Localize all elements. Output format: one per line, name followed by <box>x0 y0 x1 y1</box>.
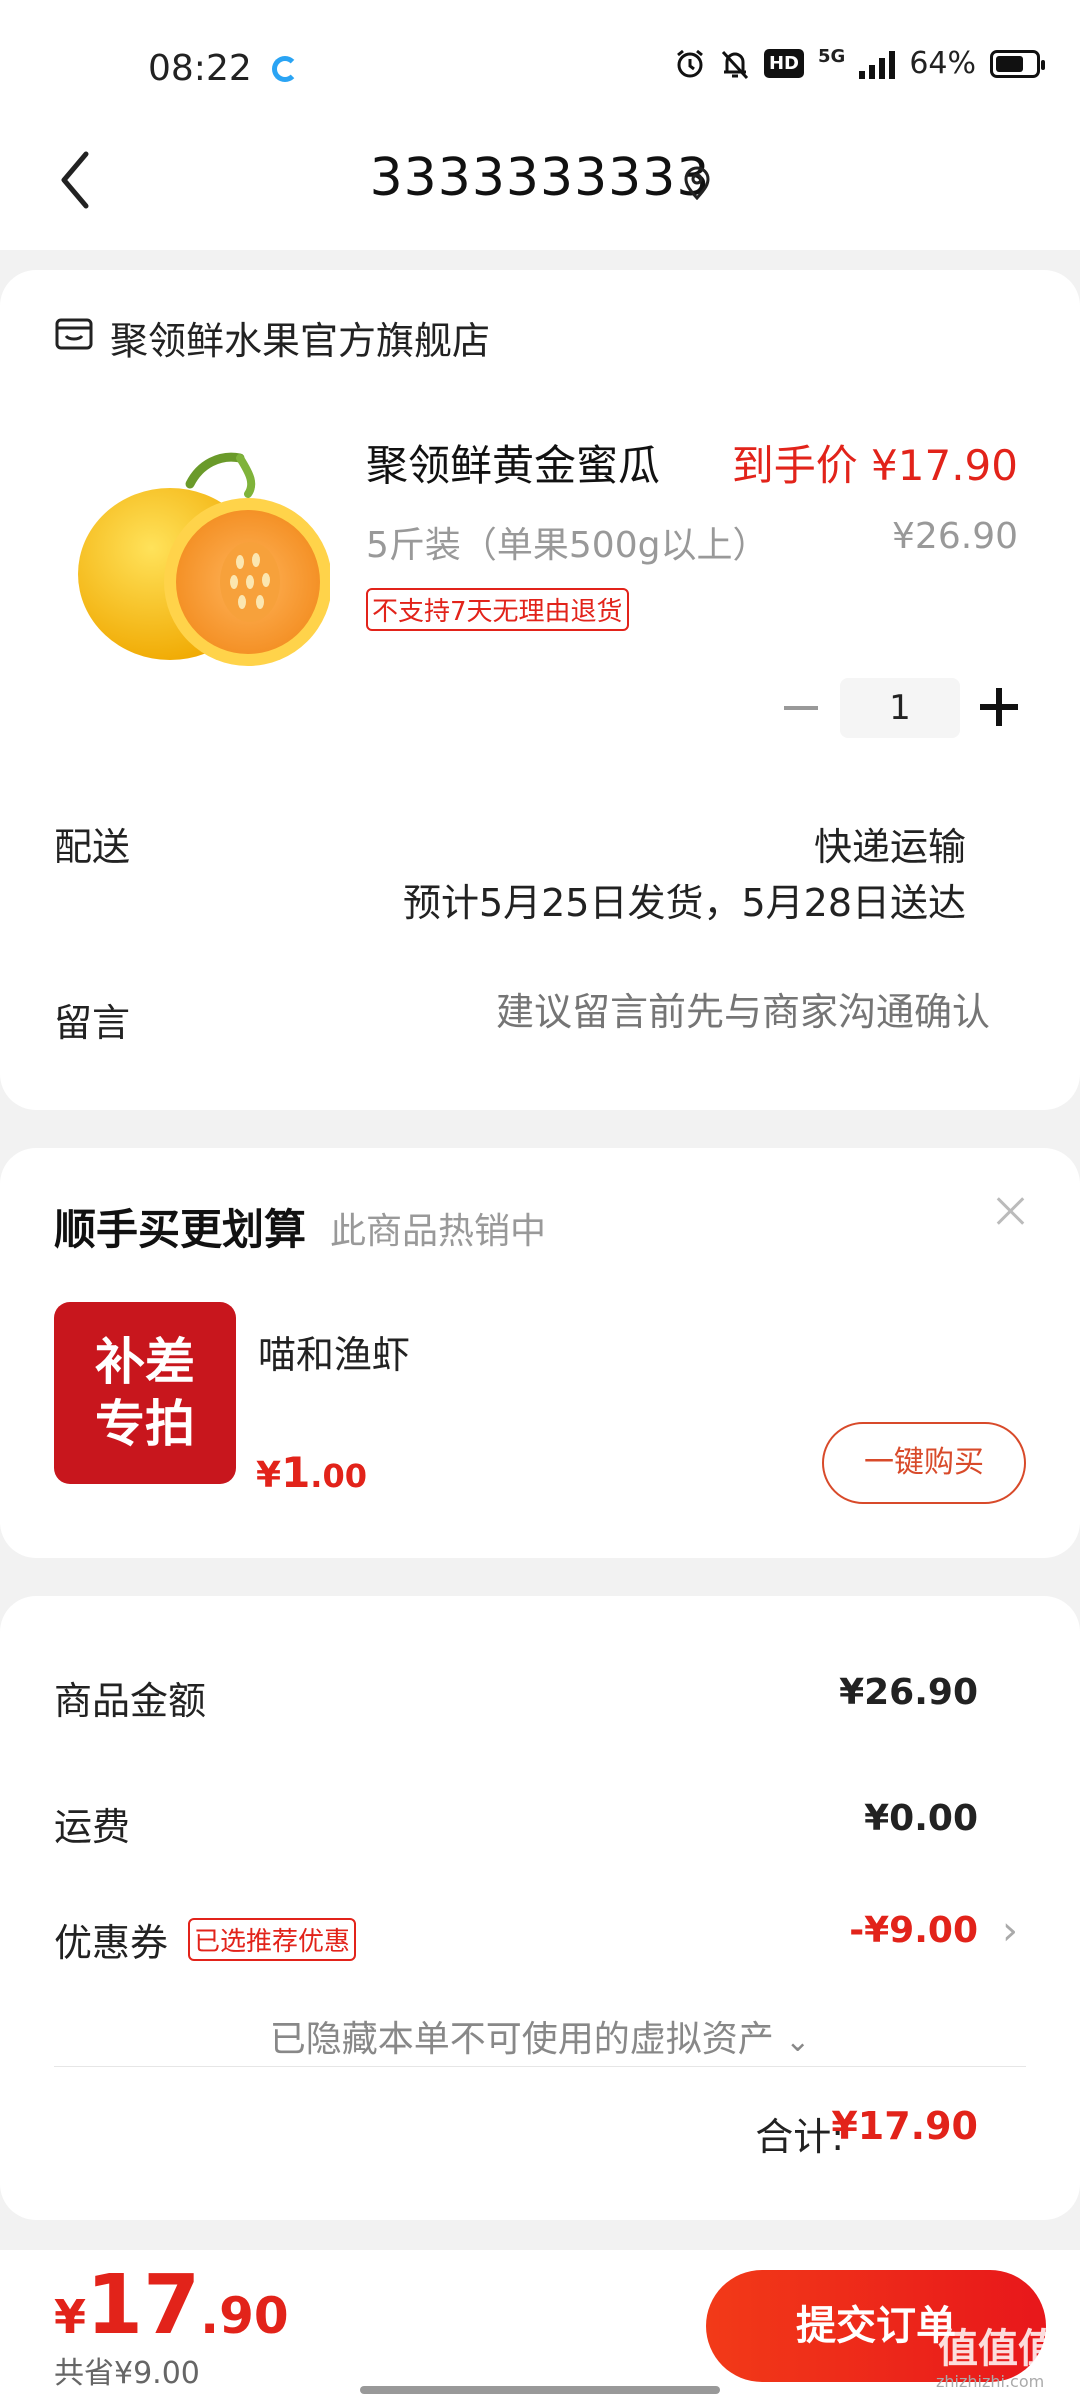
goods-amount-label: 商品金额 <box>54 1679 207 1723</box>
shipping-eta: 预计5月25日发货，5月28日送达 <box>402 881 966 925</box>
upsell-item-price: ¥1.00 <box>256 1448 367 1497</box>
store-icon <box>55 318 93 350</box>
goods-amount-value: ¥26.90 <box>839 1672 978 1713</box>
upsell-title: 顺手买更划算 <box>54 1205 307 1254</box>
coupon-label[interactable]: 优惠券 <box>54 1912 168 1967</box>
close-icon[interactable] <box>996 1196 1026 1226</box>
pay-price-symbol: ¥ <box>54 2290 87 2344</box>
upsell-price-dec: .00 <box>310 1457 367 1495</box>
store-name[interactable]: 聚领鲜水果官方旗舰店 <box>110 310 490 365</box>
home-indicator[interactable] <box>360 2386 720 2394</box>
upsell-item-name[interactable]: 喵和渔虾 <box>258 1324 410 1379</box>
watermark-logo: 值值值 <box>938 2326 1058 2372</box>
hidden-assets-text: 已隐藏本单不可使用的虚拟资产 <box>269 2019 774 2060</box>
page-title: 3333333333 <box>369 148 711 208</box>
saved-amount: 共省¥9.00 <box>54 2356 200 2391</box>
chevron-right-icon[interactable]: › <box>1002 1908 1018 1954</box>
shipping-label: 配送 <box>54 825 131 869</box>
upsell-price-symbol: ¥ <box>256 1455 282 1496</box>
loading-icon <box>272 56 298 82</box>
signal-icon <box>859 49 896 79</box>
network-type: 5G <box>818 46 846 67</box>
chevron-down-icon: ⌄ <box>785 2024 811 2059</box>
status-icons: HD 5G 64% <box>674 46 1045 81</box>
decrease-quantity-button[interactable] <box>784 706 818 710</box>
location-pin-icon[interactable] <box>682 166 712 200</box>
shipping-method: 快递运输 <box>813 825 966 869</box>
original-price: ¥26.90 <box>892 516 1018 557</box>
quantity-value[interactable]: 1 <box>840 678 960 738</box>
mute-bell-icon <box>721 50 749 79</box>
freight-label: 运费 <box>54 1805 131 1849</box>
hidden-assets-toggle[interactable]: 已隐藏本单不可使用的虚拟资产 ⌄ <box>0 2010 1080 2062</box>
upsell-item-image[interactable]: 补差 专拍 <box>54 1302 236 1484</box>
hd-icon: HD <box>763 49 804 78</box>
freight-value: ¥0.00 <box>864 1798 978 1839</box>
pay-price-dec: .90 <box>200 2287 289 2345</box>
badge-line-1: 补差 <box>95 1333 195 1391</box>
increase-quantity-button[interactable] <box>980 688 1018 726</box>
coupon-value[interactable]: -¥9.00 <box>849 1910 978 1951</box>
message-label: 留言 <box>54 1001 131 1045</box>
coupon-recommended-tag: 已选推荐优惠 <box>188 1918 357 1961</box>
divider <box>54 2066 1026 2067</box>
battery-percent: 64% <box>909 46 976 81</box>
pay-price-int: 17 <box>86 2258 201 2353</box>
watermark-url: zhizhizhi.com <box>936 2372 1045 2391</box>
final-price: 到手价 ¥17.90 <box>731 441 1018 490</box>
product-image[interactable] <box>70 444 330 674</box>
upsell-subtitle: 此商品热销中 <box>330 1211 547 1252</box>
status-time: 08:22 <box>148 48 252 89</box>
product-name[interactable]: 聚领鲜黄金蜜瓜 <box>366 432 660 493</box>
no-return-tag: 不支持7天无理由退货 <box>366 588 629 631</box>
upsell-price-int: 1 <box>281 1448 311 1497</box>
battery-icon <box>990 49 1045 78</box>
alarm-icon <box>677 49 703 77</box>
pay-amount: ¥17.90 <box>54 2258 289 2353</box>
badge-line-2: 专拍 <box>95 1395 195 1453</box>
total-value: ¥17.90 <box>831 2104 978 2148</box>
one-click-buy-button[interactable]: 一键购买 <box>822 1422 1026 1504</box>
message-input[interactable] <box>430 990 990 1034</box>
product-spec: 5斤装（单果500g以上） <box>366 525 769 566</box>
